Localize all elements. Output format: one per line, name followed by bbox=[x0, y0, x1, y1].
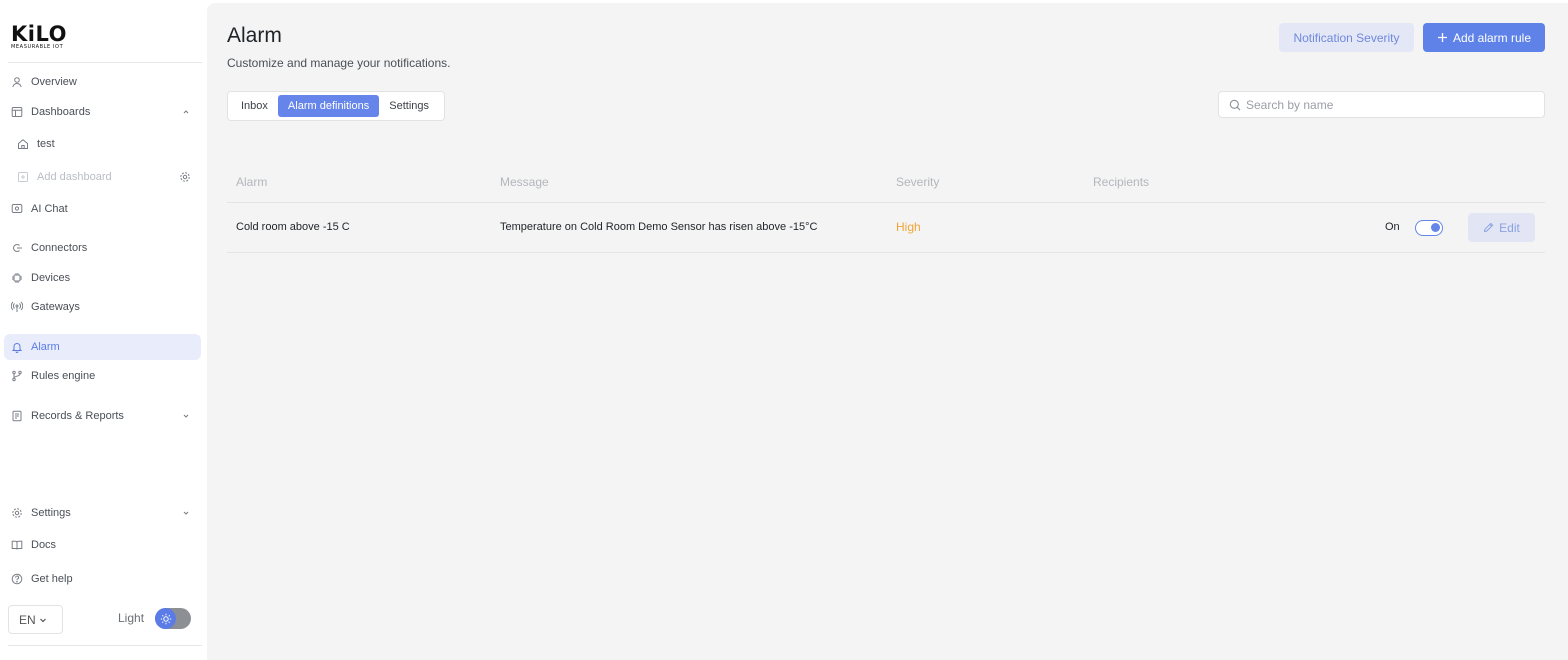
tab-settings[interactable]: Settings bbox=[379, 95, 439, 117]
tab-alarm-definitions[interactable]: Alarm definitions bbox=[277, 95, 380, 117]
sidebar-bottom-divider bbox=[8, 645, 202, 646]
alarm-message-cell: Temperature on Cold Room Demo Sensor has… bbox=[500, 221, 818, 233]
language-value: EN bbox=[19, 612, 36, 627]
plus-square-icon bbox=[17, 171, 29, 183]
sidebar-item-gateways[interactable]: Gateways bbox=[4, 294, 201, 320]
chevron-down-icon bbox=[183, 414, 189, 418]
table-row-divider bbox=[227, 252, 1545, 253]
sidebar-item-label: Records & Reports bbox=[31, 410, 124, 422]
sidebar-item-label: Alarm bbox=[31, 341, 60, 353]
add-alarm-rule-label: Add alarm rule bbox=[1452, 30, 1532, 45]
page-subtitle: Customize and manage your notifications. bbox=[227, 56, 451, 70]
plus-icon bbox=[1437, 33, 1447, 42]
alarm-tabs: Inbox Alarm definitions Settings bbox=[227, 91, 445, 121]
kilo-logo[interactable]: KiLO MEASURABLE IOT bbox=[11, 24, 81, 52]
column-header-recipients[interactable]: Recipients bbox=[1093, 175, 1149, 189]
column-header-alarm[interactable]: Alarm bbox=[236, 175, 267, 189]
search-icon bbox=[1229, 99, 1241, 110]
theme-label: Light bbox=[118, 611, 145, 625]
page-title: Alarm bbox=[227, 24, 282, 47]
ai-chat-icon bbox=[11, 203, 23, 215]
sidebar-item-get-help[interactable]: Get help bbox=[4, 566, 201, 592]
sidebar-item-label: Gateways bbox=[31, 301, 80, 313]
sidebar-item-devices[interactable]: Devices bbox=[4, 265, 201, 291]
sidebar-item-label: Add dashboard bbox=[37, 171, 112, 183]
sidebar-item-dashboards[interactable]: Dashboards bbox=[4, 99, 201, 125]
logo-wordmark: KiLO bbox=[11, 22, 67, 46]
home-icon bbox=[17, 138, 29, 150]
book-icon bbox=[11, 539, 23, 551]
chevron-down-icon bbox=[183, 511, 189, 515]
sidebar-item-add-dashboard[interactable]: Add dashboard bbox=[10, 164, 201, 190]
help-icon bbox=[11, 573, 23, 585]
sidebar-item-label: Rules engine bbox=[31, 370, 96, 382]
edit-label: Edit bbox=[1499, 220, 1520, 235]
sidebar-item-rules-engine[interactable]: Rules engine bbox=[4, 363, 201, 389]
chevron-up-icon bbox=[183, 110, 189, 114]
sidebar-item-ai-chat[interactable]: AI Chat bbox=[4, 196, 201, 222]
user-icon bbox=[11, 76, 23, 88]
sidebar-item-label: test bbox=[37, 138, 55, 150]
antenna-icon bbox=[11, 301, 23, 313]
sidebar-item-dashboard-test[interactable]: test bbox=[10, 131, 201, 157]
toggle-knob bbox=[1431, 223, 1440, 232]
sidebar-item-alarm[interactable]: Alarm bbox=[4, 334, 201, 360]
sidebar-item-records-reports[interactable]: Records & Reports bbox=[4, 403, 201, 429]
main-content: Alarm Customize and manage your notifica… bbox=[207, 3, 1568, 660]
table-header-divider bbox=[227, 202, 1545, 203]
sidebar-item-label: Settings bbox=[31, 507, 71, 519]
tab-inbox[interactable]: Inbox bbox=[231, 95, 278, 117]
column-header-severity[interactable]: Severity bbox=[896, 175, 939, 189]
notification-severity-button[interactable]: Notification Severity bbox=[1279, 23, 1414, 52]
sidebar-item-connectors[interactable]: Connectors bbox=[4, 235, 201, 261]
branch-icon bbox=[11, 370, 23, 382]
sidebar-item-label: Get help bbox=[31, 573, 73, 585]
language-select[interactable]: EN bbox=[8, 605, 63, 634]
sidebar-item-label: Overview bbox=[31, 76, 77, 88]
theme-toggle-knob bbox=[155, 608, 176, 629]
sidebar-item-settings[interactable]: Settings bbox=[4, 500, 201, 526]
sidebar-item-label: AI Chat bbox=[31, 203, 68, 215]
enabled-status-label: On bbox=[1385, 221, 1400, 233]
logo-tagline: MEASURABLE IOT bbox=[11, 44, 64, 50]
severity-badge: High bbox=[896, 220, 921, 234]
report-icon bbox=[11, 410, 23, 422]
sidebar-item-label: Docs bbox=[31, 539, 57, 551]
sidebar-divider bbox=[8, 62, 202, 63]
bell-icon bbox=[11, 341, 23, 353]
alarm-enabled-toggle[interactable] bbox=[1415, 220, 1443, 236]
alarm-name-cell: Cold room above -15 C bbox=[236, 221, 350, 233]
notification-severity-label: Notification Severity bbox=[1293, 30, 1400, 45]
chip-icon bbox=[11, 272, 23, 284]
chevron-down-icon bbox=[39, 618, 46, 622]
sidebar-item-label: Dashboards bbox=[31, 106, 91, 118]
column-header-message[interactable]: Message bbox=[500, 175, 549, 189]
sidebar-item-label: Devices bbox=[31, 272, 71, 284]
search-input[interactable] bbox=[1246, 97, 1536, 112]
gear-icon bbox=[11, 507, 23, 519]
pencil-icon bbox=[1484, 222, 1494, 233]
sidebar-item-docs[interactable]: Docs bbox=[4, 532, 201, 558]
sidebar-item-overview[interactable]: Overview bbox=[4, 69, 201, 95]
sun-icon bbox=[160, 613, 171, 624]
connector-icon bbox=[11, 242, 23, 254]
sidebar-item-label: Connectors bbox=[31, 242, 88, 254]
sidebar: KiLO MEASURABLE IOT Overview Dashboards … bbox=[0, 0, 206, 660]
edit-alarm-button[interactable]: Edit bbox=[1468, 213, 1535, 242]
dashboard-settings-gear-icon[interactable] bbox=[179, 171, 191, 183]
dashboard-icon bbox=[11, 106, 23, 118]
theme-toggle[interactable] bbox=[155, 608, 191, 629]
add-alarm-rule-button[interactable]: Add alarm rule bbox=[1423, 23, 1545, 52]
search-box bbox=[1218, 91, 1545, 118]
